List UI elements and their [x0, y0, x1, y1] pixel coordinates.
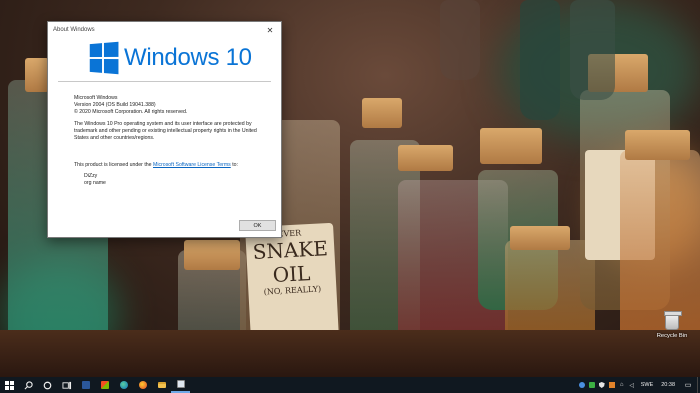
ok-button[interactable]: OK	[239, 220, 276, 231]
dialog-titlebar[interactable]: About Windows ✕	[48, 22, 281, 38]
version-info: Microsoft Windows Version 2004 (OS Build…	[48, 95, 281, 187]
search-button[interactable]	[19, 377, 38, 393]
store-icon	[100, 381, 109, 389]
file-explorer-icon	[157, 382, 166, 388]
windows-banner: Windows 10	[48, 41, 281, 75]
about-windows-dialog: About Windows ✕ Windows 10 Microsoft Win…	[47, 21, 282, 238]
taskbar-firefox[interactable]	[133, 377, 152, 393]
shield-icon	[598, 382, 605, 388]
taskbar-explorer[interactable]	[152, 377, 171, 393]
firefox-icon	[138, 381, 147, 389]
taskbar-word[interactable]	[76, 377, 95, 393]
tray-app-4[interactable]	[607, 377, 617, 393]
divider	[58, 81, 271, 82]
language-indicator[interactable]: SWE	[637, 382, 658, 388]
taskbar-app[interactable]	[171, 377, 190, 393]
word-icon	[81, 381, 90, 389]
recycle-bin-icon	[664, 311, 682, 330]
taskbar: ⌂ ◁ SWE 20:38 ▭	[0, 377, 700, 393]
version-text: Version 2004 (OS Build 19041.388)	[74, 102, 156, 108]
windows-brand-text: Windows 10	[124, 44, 252, 71]
tray-app-1[interactable]	[577, 377, 587, 393]
legal-text: The Windows 10 Pro operating system and …	[74, 121, 257, 141]
volume-button[interactable]: ◁	[627, 377, 637, 393]
cortana-button[interactable]	[38, 377, 57, 393]
clock[interactable]: 20:38	[657, 382, 679, 388]
windows-start-icon	[5, 380, 14, 390]
close-button[interactable]: ✕	[259, 22, 281, 38]
taskbar-store[interactable]	[95, 377, 114, 393]
dialog-title: About Windows	[53, 27, 95, 33]
taskbar-edge[interactable]	[114, 377, 133, 393]
licensed-org: org name	[84, 180, 106, 186]
copyright-text: © 2020 Microsoft Corporation. All rights…	[74, 109, 188, 115]
edge-icon	[119, 381, 128, 389]
notification-icon: ▭	[684, 382, 692, 389]
start-button[interactable]	[0, 377, 19, 393]
task-view-icon	[61, 381, 71, 389]
license-suffix: to:	[230, 162, 238, 168]
windows-logo-icon	[89, 41, 119, 75]
action-center-button[interactable]: ▭	[679, 377, 697, 393]
network-icon: ⌂	[619, 382, 624, 388]
wallpaper-snake-label: SNAKE	[252, 236, 329, 264]
blue-app-icon	[578, 382, 585, 388]
app-icon	[176, 380, 185, 388]
green-app-icon	[588, 382, 595, 388]
volume-icon: ◁	[629, 382, 635, 389]
network-button[interactable]: ⌂	[617, 377, 627, 393]
license-text: This product is licensed under the Micro…	[74, 162, 269, 169]
search-icon	[24, 380, 33, 389]
product-name: Microsoft Windows	[74, 95, 118, 101]
tray-app-3[interactable]	[597, 377, 607, 393]
license-terms-link[interactable]: Microsoft Software License Terms	[153, 162, 231, 168]
cortana-icon	[43, 381, 52, 389]
orange-app-icon	[608, 382, 615, 388]
system-tray: ⌂ ◁ SWE 20:38 ▭	[577, 377, 700, 393]
close-icon: ✕	[266, 25, 274, 35]
tray-app-2[interactable]	[587, 377, 597, 393]
licensed-user: DiZzy	[84, 173, 98, 179]
license-prefix: This product is licensed under the	[74, 162, 154, 168]
recycle-bin-shortcut[interactable]: Recycle Bin	[652, 311, 692, 339]
recycle-bin-label: Recycle Bin	[656, 333, 688, 339]
task-view-button[interactable]	[57, 377, 76, 393]
